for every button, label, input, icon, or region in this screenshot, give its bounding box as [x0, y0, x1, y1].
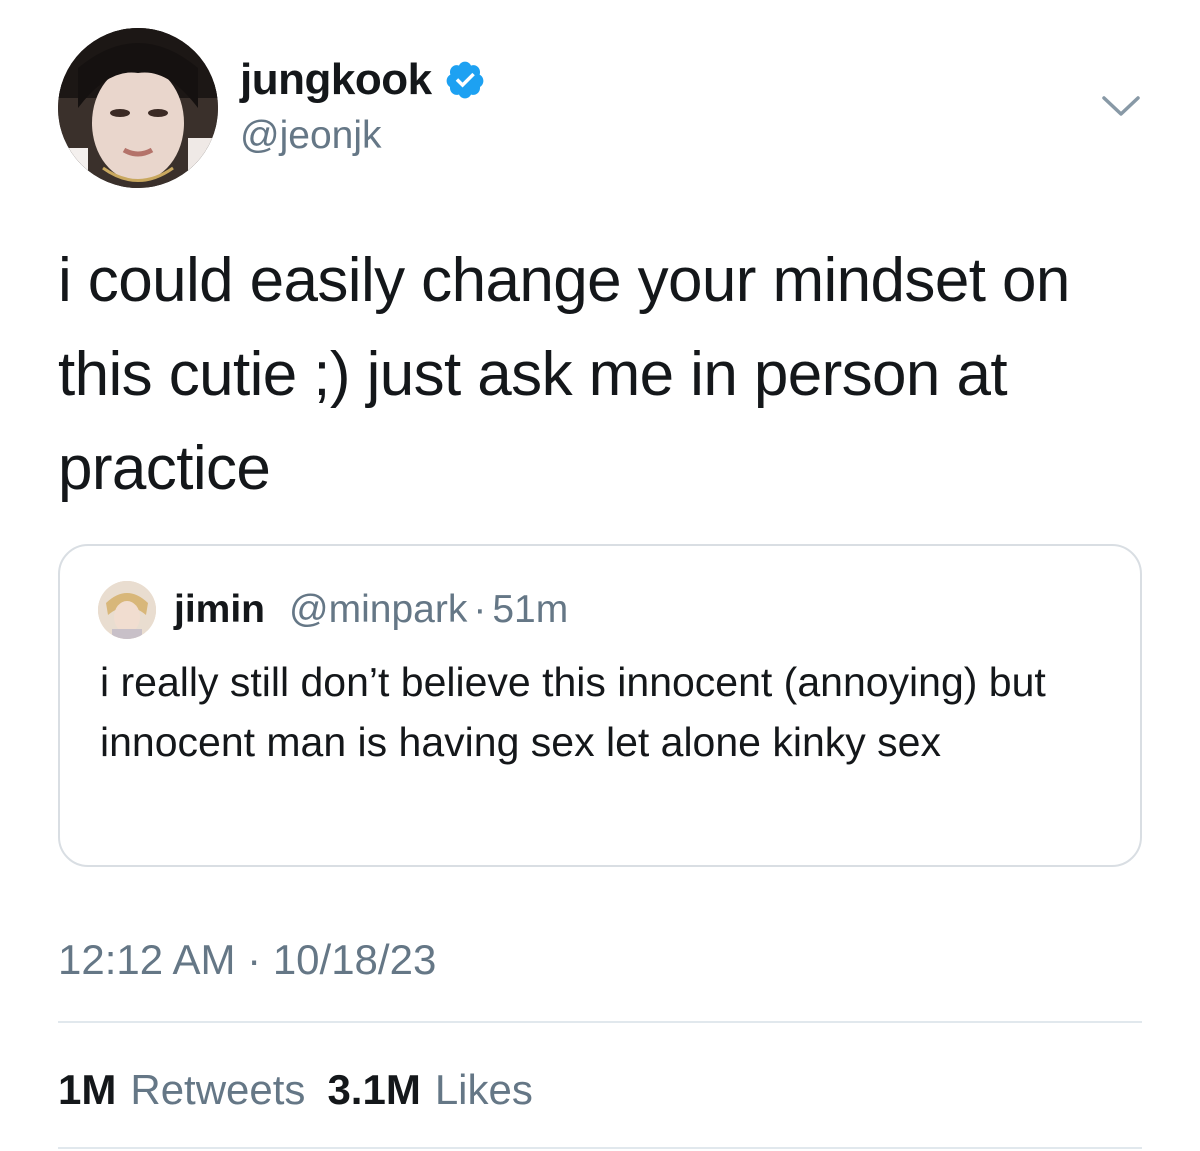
likes-label: Likes	[434, 1066, 533, 1113]
tweet-text: i could easily change your mindset on th…	[58, 246, 1070, 503]
quoted-author-avatar	[98, 581, 156, 639]
author-display-name[interactable]: jungkook	[240, 52, 432, 108]
quoted-time-ago: 51m	[492, 588, 569, 631]
tweet-timestamp: 12:12 AM · 10/18/23	[58, 930, 436, 990]
tweet-stats: 1M Retweets 3.1M Likes	[58, 1060, 533, 1120]
divider	[58, 1021, 1142, 1023]
author-handle[interactable]: @jeonjk	[240, 110, 486, 162]
divider	[58, 1147, 1142, 1149]
quoted-tweet-text: i really still don’t believe this innoce…	[100, 659, 1046, 765]
retweets-stat[interactable]: 1M Retweets	[58, 1060, 305, 1120]
author-avatar[interactable]	[58, 28, 218, 188]
quoted-author-name: jimin	[174, 588, 266, 631]
timestamp-time: 12:12 AM	[58, 936, 236, 983]
likes-stat[interactable]: 3.1M Likes	[327, 1060, 532, 1120]
timestamp-separator: ·	[247, 936, 262, 983]
quoted-tweet-header: jimin @minpark · 51m	[98, 580, 568, 640]
retweets-count: 1M	[58, 1066, 117, 1113]
likes-count: 3.1M	[327, 1066, 421, 1113]
quoted-separator: ·	[473, 588, 487, 631]
display-name-row: jungkook	[240, 52, 486, 108]
timestamp-date: 10/18/23	[272, 936, 437, 983]
verified-badge-icon	[444, 59, 486, 101]
author-avatar-image	[58, 28, 218, 188]
author-name-block[interactable]: jungkook @jeonjk	[240, 52, 486, 162]
quoted-tweet-card[interactable]: jimin @minpark · 51m i really still don’…	[58, 544, 1142, 867]
quoted-author-handle: @minpark	[289, 588, 468, 631]
chevron-down-icon[interactable]	[1100, 92, 1142, 120]
retweets-label: Retweets	[130, 1066, 306, 1113]
